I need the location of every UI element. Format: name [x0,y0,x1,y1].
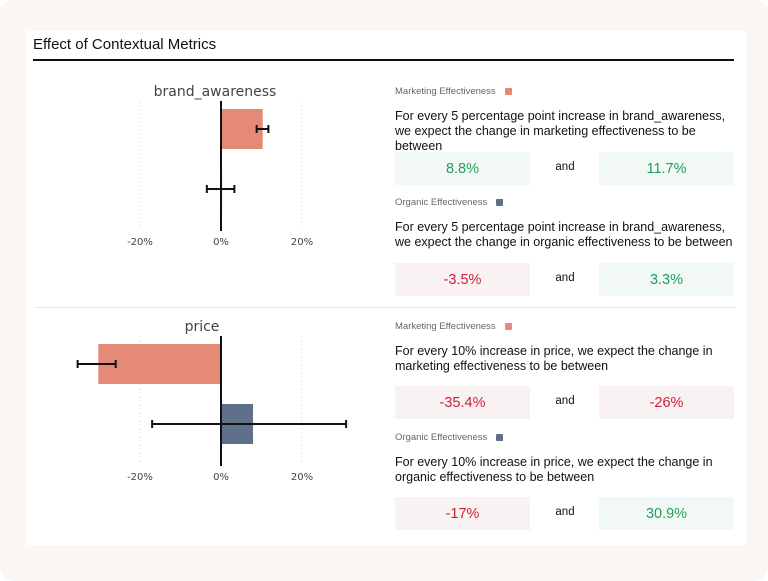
card-title: Effect of Contextual Metrics [33,36,217,53]
legend-label: Marketing Effectiveness [395,86,496,97]
description-text: For every 10% increase in price, we expe… [395,344,713,373]
chart-title: brand_awareness [154,84,277,100]
organic-swatch-icon [496,434,504,441]
marketing-swatch-icon [504,323,512,330]
legend-organic: Organic Effectiveness [395,197,504,208]
x-tick-label: 20% [291,472,313,483]
chart-price: price -20% 0% 20% [76,319,348,483]
description-text: For every 10% increase in price, we expe… [395,455,713,484]
page-background: Effect of Contextual Metrics brand_aware… [0,0,768,581]
marketing-swatch-icon [504,88,512,95]
and-label: and [555,506,575,518]
x-tick-label: 0% [213,237,229,248]
title-divider [33,59,734,61]
description-text: For every 5 percentage point increase in… [395,220,733,249]
section-divider [34,307,736,308]
range-high-value: 3.3% [599,263,734,296]
description-text: For every 5 percentage point increase in… [395,109,726,153]
range-low-value: -3.5% [395,263,530,296]
range-low-value: 8.8% [395,152,530,185]
range-high-value: 30.9% [599,497,734,530]
legend-marketing: Marketing Effectiveness [395,86,512,97]
organic-swatch-icon [496,199,504,206]
legend-organic: Organic Effectiveness [395,432,504,443]
and-label: and [555,161,575,173]
and-label: and [555,272,575,284]
contextual-metrics-card: Effect of Contextual Metrics brand_aware… [26,31,746,545]
legend-label: Marketing Effectiveness [395,321,496,332]
range-low-value: -35.4% [395,386,530,419]
x-tick-label: 0% [213,472,229,483]
range-low-value: -17% [395,497,530,530]
legend-marketing: Marketing Effectiveness [395,321,512,332]
range-high-value: -26% [599,386,734,419]
x-tick-label: 20% [291,237,313,248]
x-tick-label: -20% [127,472,153,483]
range-high-value: 11.7% [599,152,734,185]
x-tick-label: -20% [127,237,153,248]
chart-brand-awareness: brand_awareness -20% 0% 20% [127,84,313,248]
legend-label: Organic Effectiveness [395,197,488,208]
and-label: and [555,395,575,407]
legend-label: Organic Effectiveness [395,432,488,443]
chart-title: price [185,319,220,335]
